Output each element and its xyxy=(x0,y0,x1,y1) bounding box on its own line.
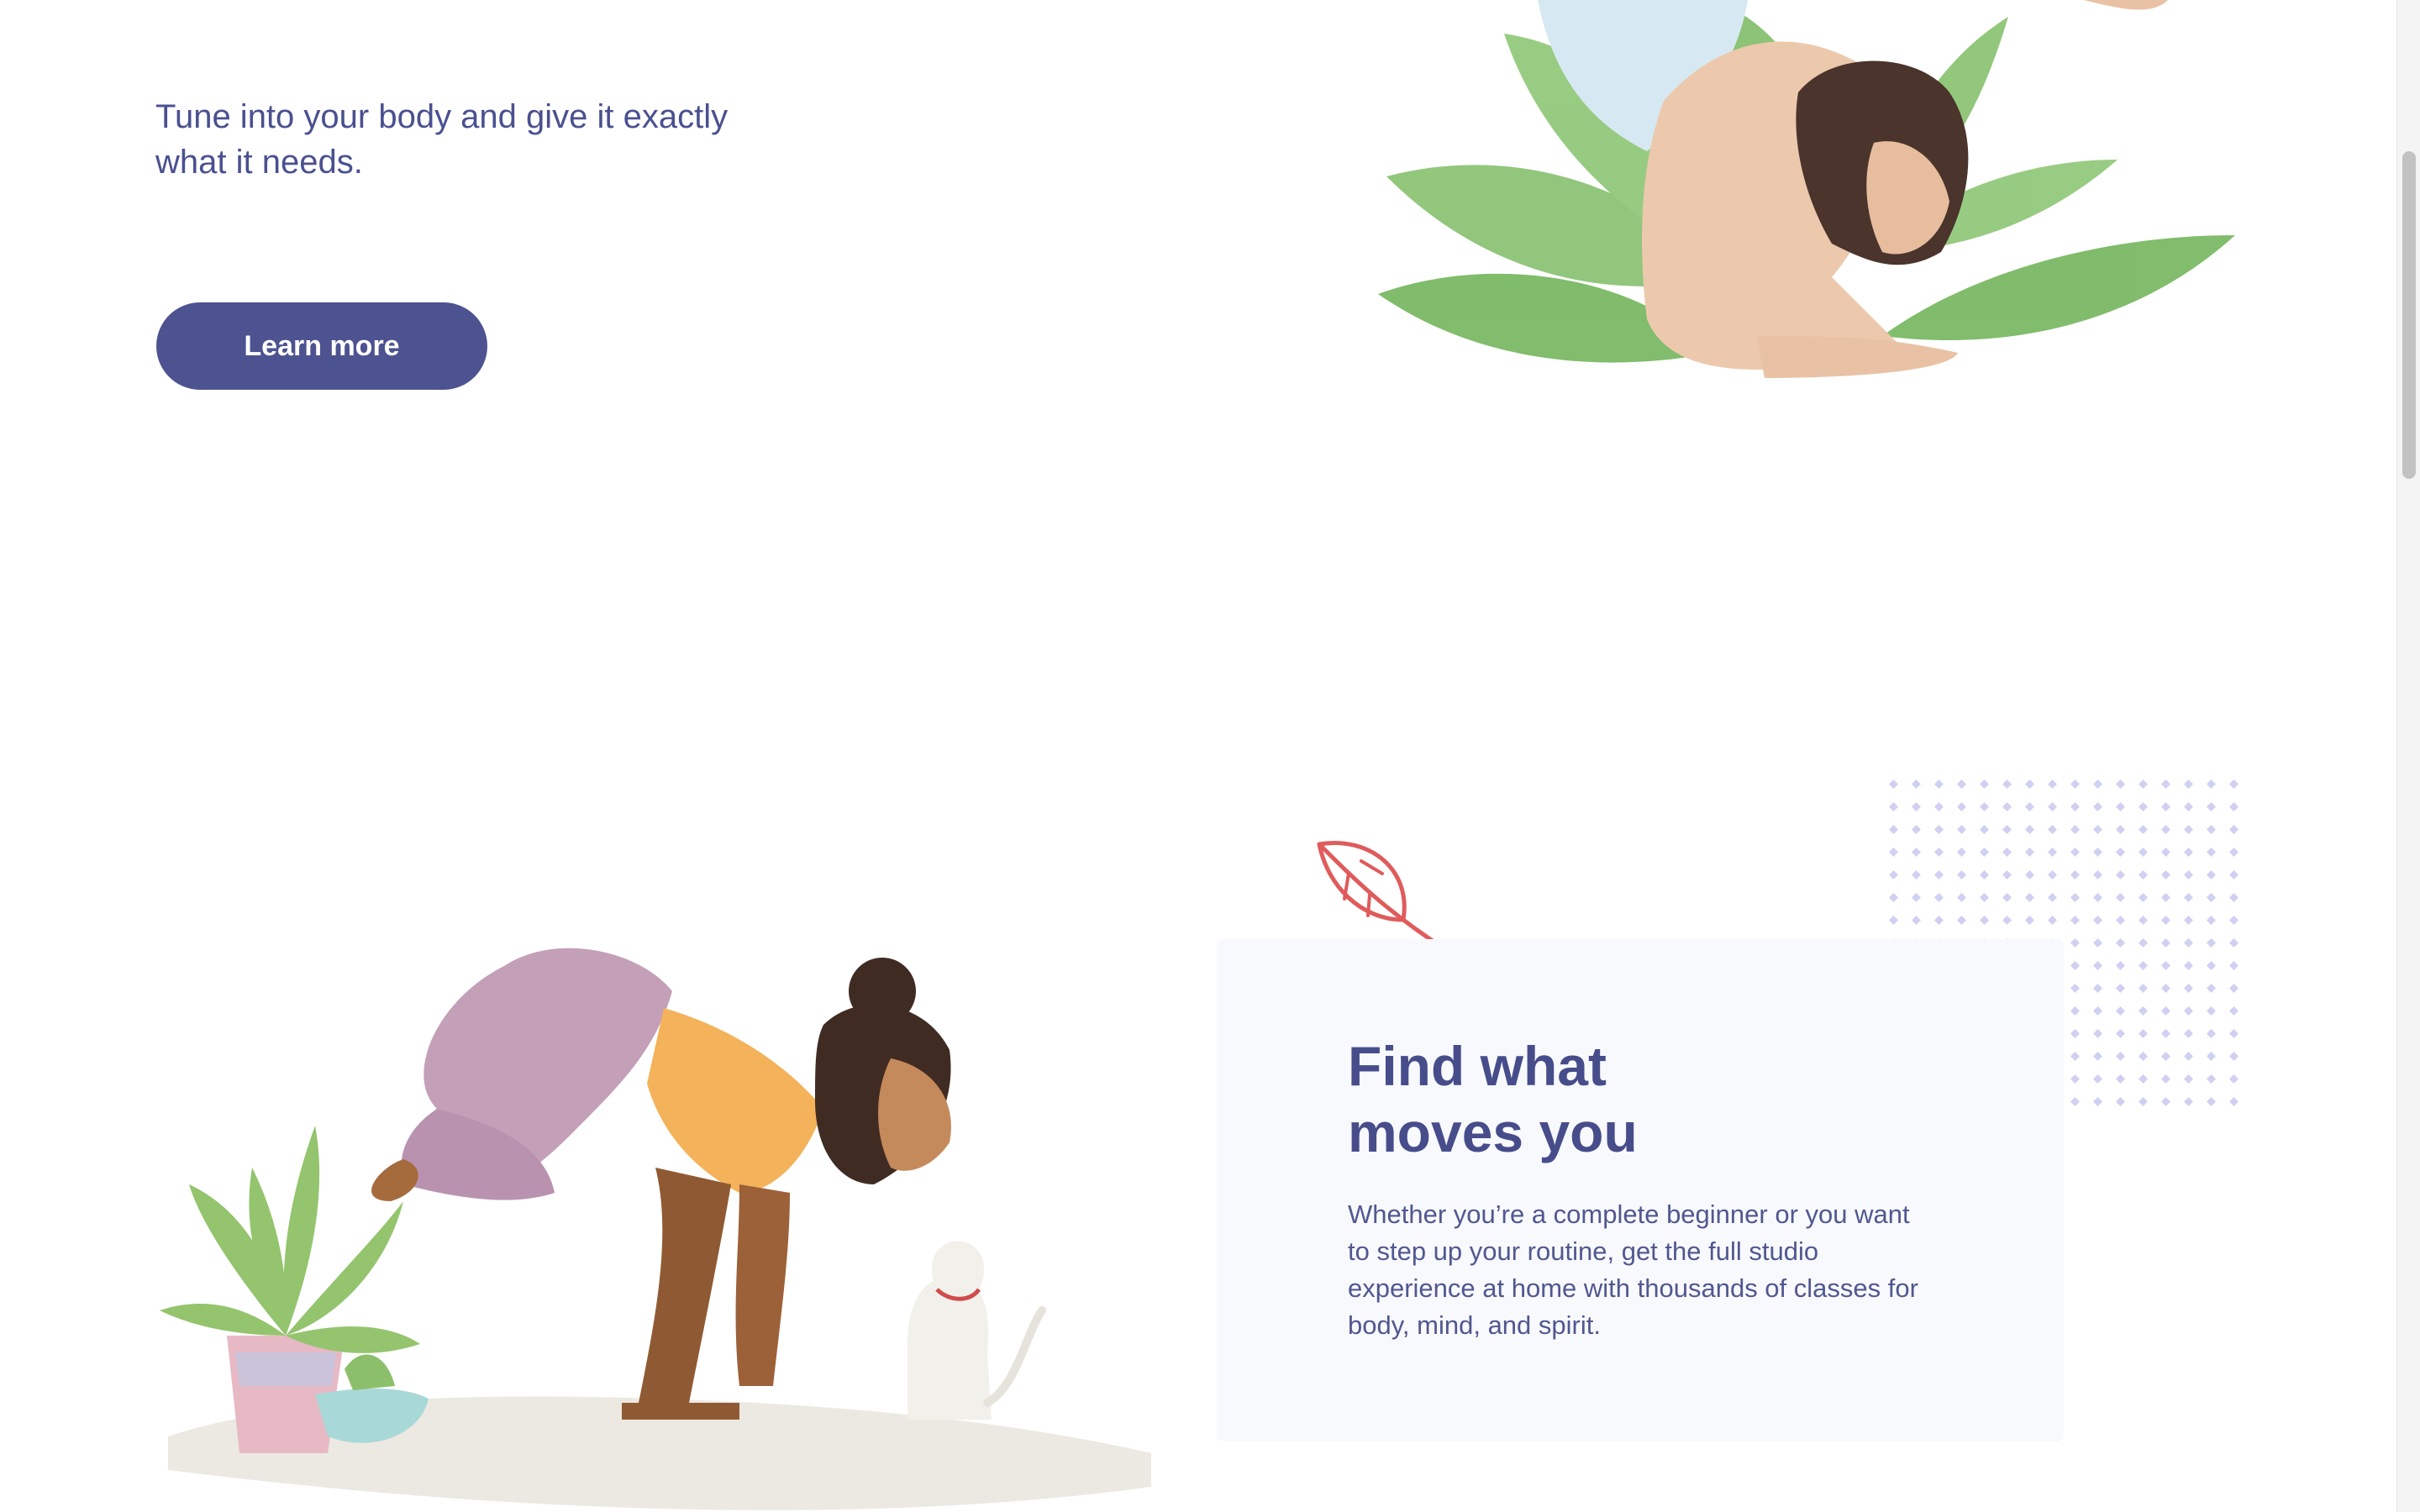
feature-title-line-2: moves you xyxy=(1348,1101,1638,1163)
scrollbar-thumb[interactable] xyxy=(2402,151,2416,479)
feature-title: Find what moves you xyxy=(1348,1033,1936,1166)
crow-pose-illustration xyxy=(160,948,1151,1510)
learn-more-button[interactable]: Learn more xyxy=(156,302,487,390)
intro-text: Tune into your body and give it exactly … xyxy=(155,98,729,181)
yoga-pose-illustration xyxy=(1378,0,2235,378)
feature-description: Whether you’re a complete beginner or yo… xyxy=(1348,1200,1918,1340)
vertical-scrollbar[interactable] xyxy=(2396,0,2420,1512)
page: Tune into your body and give it exactly … xyxy=(0,0,2396,1512)
feature-card: Find what moves you Whether you’re a com… xyxy=(1217,939,2064,1441)
feature-title-line-1: Find what xyxy=(1348,1035,1607,1097)
